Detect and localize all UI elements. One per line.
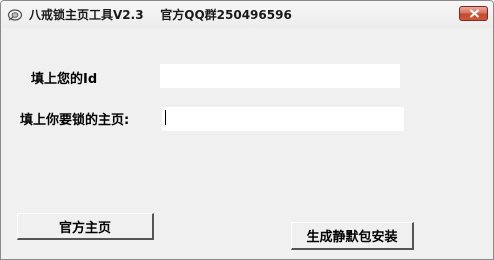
title-bar[interactable]: 八戒锁主页工具V2.3 官方QQ群250496596 [1, 1, 493, 28]
homepage-label: 填上你要锁的主页: [20, 113, 130, 128]
official-homepage-button[interactable]: 官方主页 [17, 213, 154, 240]
window-title: 八戒锁主页工具V2.3 官方QQ群250496596 [29, 8, 292, 22]
close-icon [469, 9, 480, 18]
app-window: 八戒锁主页工具V2.3 官方QQ群250496596 填上您的Id 填上你要锁的… [0, 0, 494, 260]
text-caret [165, 110, 166, 125]
id-input[interactable] [160, 64, 400, 88]
close-button[interactable] [459, 6, 488, 21]
id-label: 填上您的Id [31, 72, 98, 87]
homepage-input[interactable] [162, 107, 404, 131]
app-logo-icon [7, 7, 23, 21]
generate-silent-package-button[interactable]: 生成静默包安装 [291, 222, 414, 250]
